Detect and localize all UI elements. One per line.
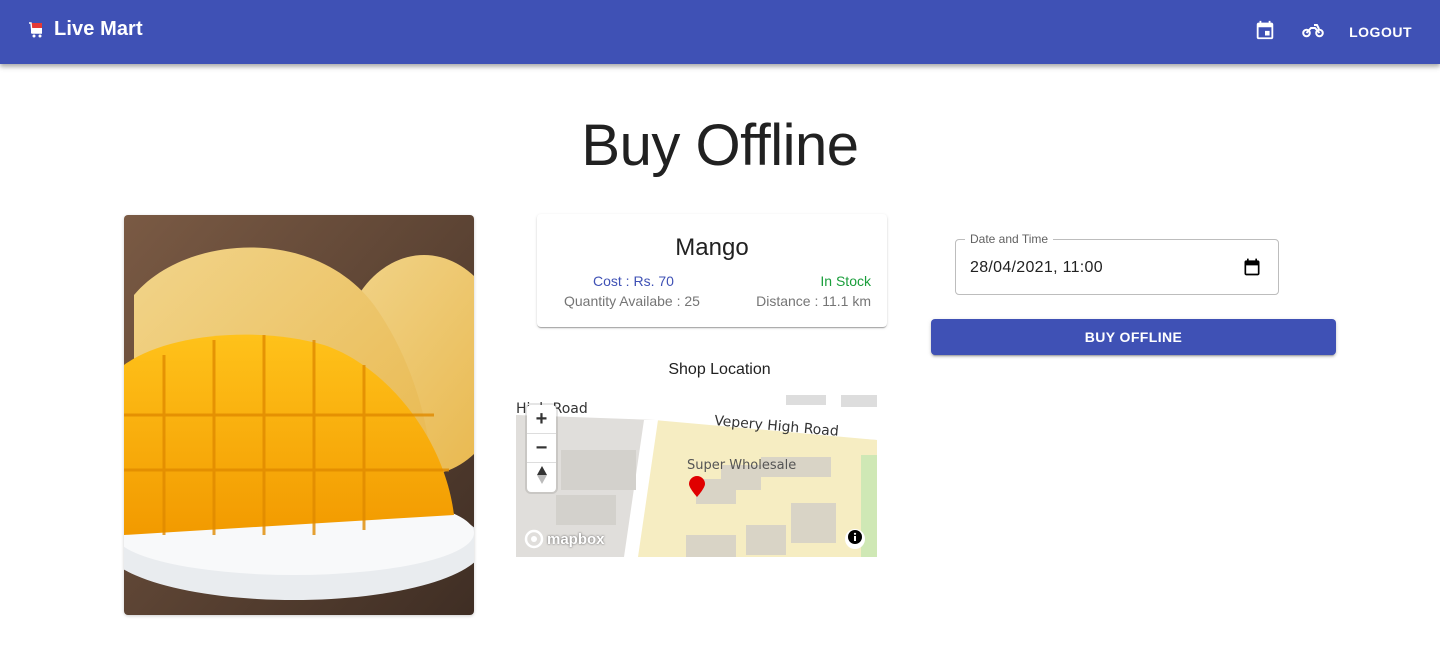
distance: Distance : 11.1 km <box>756 293 871 309</box>
calendar-button[interactable] <box>1241 8 1289 56</box>
mapbox-logo[interactable]: mapbox <box>524 529 605 549</box>
shop-map[interactable]: High Road Vepery High Road Super Wholesa… <box>516 395 877 557</box>
buy-offline-button[interactable]: BUY OFFLINE <box>931 319 1336 355</box>
brand[interactable]: Live Mart <box>28 18 143 41</box>
place-label-super-wholesale: Super Wholesale <box>687 458 797 473</box>
quantity-available: Quantity Availabe : 25 <box>564 293 700 309</box>
zoom-in-button[interactable]: + <box>527 405 556 434</box>
logout-button[interactable]: LOGOUT <box>1337 14 1440 50</box>
attribution-info-button[interactable] <box>845 529 865 549</box>
product-image <box>124 215 474 615</box>
shop-location-label: Shop Location <box>668 361 771 378</box>
date-time-label: Date and Time <box>965 232 1054 246</box>
map-controls: + − <box>527 405 556 492</box>
calendar-picker-icon[interactable] <box>1242 257 1262 282</box>
motorcycle-icon <box>1301 18 1325 47</box>
map-marker-icon[interactable] <box>688 476 706 503</box>
app-bar: Live Mart LOGOUT <box>0 0 1440 64</box>
info-icon <box>847 529 863 550</box>
compass-button[interactable] <box>527 463 556 492</box>
app-title: Live Mart <box>54 18 143 40</box>
product-cost: Cost : Rs. 70 <box>593 273 674 289</box>
product-name: Mango <box>675 234 749 261</box>
mapbox-logo-text: mapbox <box>547 530 605 548</box>
zoom-out-button[interactable]: − <box>527 434 556 463</box>
moon-icon <box>1207 20 1227 45</box>
cart-logo-icon <box>28 21 46 39</box>
product-card: Mango Cost : Rs. 70 In Stock Quantity Av… <box>537 214 887 327</box>
stock-status: In Stock <box>820 273 871 289</box>
page-title: Buy Offline <box>581 113 859 178</box>
compass-icon <box>536 465 548 491</box>
date-time-value[interactable]: 28/04/2021, 11:00 <box>970 259 1103 277</box>
calendar-icon <box>1254 19 1276 46</box>
delivery-button[interactable] <box>1289 8 1337 56</box>
dark-mode-toggle[interactable] <box>1193 8 1241 56</box>
date-time-field[interactable]: Date and Time 28/04/2021, 11:00 <box>955 232 1279 295</box>
